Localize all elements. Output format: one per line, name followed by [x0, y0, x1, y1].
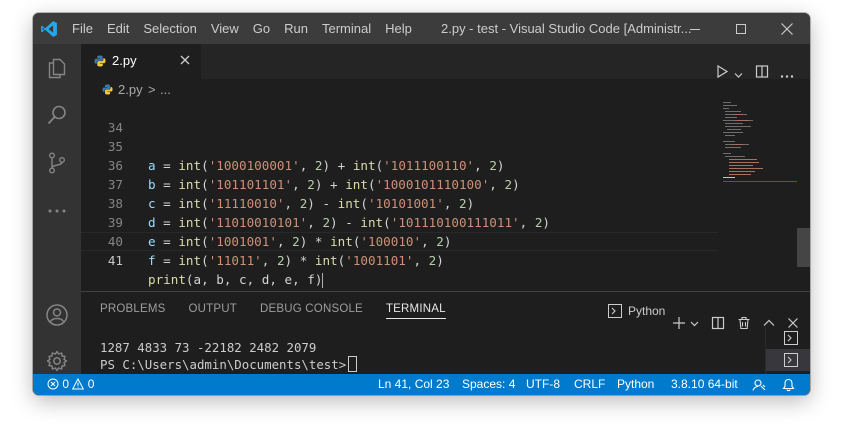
code-line: 38 d = int('11010010101', 2) - int('1011…	[81, 175, 718, 230]
code-line: 40 f = int('11011', 2) * int('1001101', …	[81, 213, 718, 268]
bottom-panel: PROBLEMS OUTPUT DEBUG CONSOLE TERMINAL P…	[81, 291, 810, 375]
code-editor[interactable]: 34 35 a = int('1000100001', 2) + int('10…	[81, 101, 810, 291]
maximize-icon	[736, 23, 746, 34]
minimap[interactable]	[723, 101, 803, 291]
editor-scrollbar-thumb[interactable]	[797, 228, 810, 267]
breadcrumb-separator: >	[148, 82, 156, 97]
tab-2py[interactable]: 2.py	[81, 44, 201, 79]
code-line: 36 b = int('101101101', 2) + int('100010…	[81, 137, 718, 192]
code-text: print(a, b, c, d, e, f)	[148, 272, 324, 288]
indentation[interactable]: Spaces: 4	[462, 374, 515, 395]
tab-output[interactable]: OUTPUT	[189, 292, 237, 326]
terminal-instance-icon[interactable]	[784, 353, 798, 367]
menu-bar: File Edit Selection View Go Run Terminal…	[65, 13, 419, 44]
breadcrumb: 2.py > ...	[81, 79, 810, 101]
search-icon[interactable]	[45, 103, 69, 127]
close-window-button[interactable]	[764, 13, 810, 44]
terminal-prompt: PS C:\Users\admin\Documents\test>	[100, 357, 347, 372]
python-file-icon	[94, 55, 106, 67]
code-line-current: 41 print(a, b, c, d, e, f)	[81, 232, 718, 288]
close-icon	[781, 22, 793, 35]
editor-tab-bar: 2.py	[81, 44, 810, 79]
terminal-selector[interactable]: Python	[608, 302, 665, 319]
menu-view[interactable]: View	[204, 13, 246, 44]
error-icon	[47, 378, 59, 390]
notifications-bell-icon[interactable]	[782, 378, 795, 392]
settings-gear-icon[interactable]	[45, 349, 69, 373]
explorer-icon[interactable]	[45, 56, 69, 80]
activity-bar	[33, 44, 81, 374]
split-terminal-icon[interactable]	[711, 316, 725, 330]
code-line: 35 a = int('1000100001', 2) + int('10111…	[81, 118, 718, 173]
code-text: f = int('11011', 2) * int('1001101', 2)	[148, 253, 444, 268]
python-file-icon	[102, 84, 113, 95]
new-terminal-plus-icon[interactable]	[672, 316, 686, 330]
cursor-position[interactable]: Ln 41, Col 23	[378, 374, 449, 395]
error-count: 0	[62, 377, 70, 391]
warning-count: 0	[87, 377, 95, 391]
terminal-instance-icon[interactable]	[784, 331, 798, 345]
terminal-output-line: 1287 4833 73 -22182 2482 2079	[100, 340, 317, 355]
minimize-icon	[690, 28, 700, 30]
line-ending[interactable]: CRLF	[574, 374, 605, 395]
tab-problems[interactable]: PROBLEMS	[100, 292, 166, 326]
terminal-name: Python	[628, 303, 666, 318]
problems-status[interactable]: 0 0	[47, 374, 94, 395]
terminal-instance-list	[765, 326, 810, 375]
menu-terminal[interactable]: Terminal	[315, 13, 378, 44]
accounts-icon[interactable]	[45, 303, 69, 327]
language-mode[interactable]: Python	[617, 374, 654, 395]
source-control-icon[interactable]	[45, 151, 69, 175]
status-bar: 0 0 Ln 41, Col 23 Spaces: 4 UTF-8 CRLF P…	[33, 374, 810, 395]
breadcrumb-file[interactable]: 2.py	[118, 82, 143, 97]
breadcrumb-symbol[interactable]: ...	[160, 82, 171, 97]
code-line: 39 e = int('1001001', 2) * int('100010',…	[81, 194, 718, 249]
window-title: 2.py - test - Visual Studio Code [Admini…	[441, 21, 692, 36]
terminal-dropdown-chevron-icon[interactable]	[690, 321, 699, 327]
python-interpreter[interactable]: 3.8.10 64-bit	[671, 374, 738, 395]
more-views-icon[interactable]	[45, 199, 69, 223]
title-bar: File Edit Selection View Go Run Terminal…	[33, 13, 810, 44]
menu-selection[interactable]: Selection	[136, 13, 203, 44]
menu-help[interactable]: Help	[378, 13, 419, 44]
line-number: 41	[107, 253, 123, 268]
tab-terminal[interactable]: TERMINAL	[385, 292, 446, 326]
menu-edit[interactable]: Edit	[100, 13, 136, 44]
feedback-icon[interactable]	[752, 378, 766, 392]
menu-file[interactable]: File	[65, 13, 100, 44]
tab-debug-console[interactable]: DEBUG CONSOLE	[260, 292, 363, 326]
terminal-cursor	[348, 356, 358, 372]
text-cursor	[322, 273, 324, 288]
maximize-button[interactable]	[718, 13, 764, 44]
terminal-icon	[608, 303, 622, 318]
panel-tabs: PROBLEMS OUTPUT DEBUG CONSOLE TERMINAL	[100, 292, 469, 326]
kill-terminal-trash-icon[interactable]	[737, 316, 751, 330]
minimize-button[interactable]	[672, 13, 718, 44]
encoding[interactable]: UTF-8	[526, 374, 560, 395]
code-line: 34	[81, 99, 718, 135]
terminal-output[interactable]: 1287 4833 73 -22182 2482 2079 PS C:\User…	[100, 339, 358, 373]
vscode-window: File Edit Selection View Go Run Terminal…	[33, 13, 810, 395]
vscode-logo-icon[interactable]	[40, 20, 58, 38]
tab-close-icon[interactable]	[179, 54, 191, 66]
warning-icon	[72, 377, 85, 390]
code-line: 37 c = int('11110010', 2) - int('1010100…	[81, 156, 718, 211]
tab-label: 2.py	[112, 53, 137, 68]
menu-run[interactable]: Run	[277, 13, 315, 44]
menu-go[interactable]: Go	[246, 13, 277, 44]
